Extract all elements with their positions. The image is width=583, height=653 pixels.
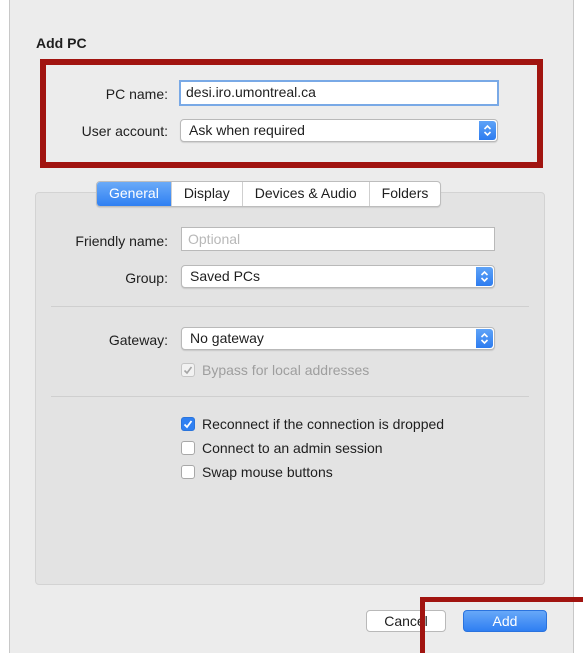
admin-session-label: Connect to an admin session xyxy=(202,440,383,456)
up-down-chevrons-icon xyxy=(476,267,493,286)
tab-general[interactable]: General xyxy=(97,182,172,206)
gateway-select[interactable]: No gateway xyxy=(181,327,495,350)
checkmark-icon xyxy=(183,366,193,375)
group-label: Group: xyxy=(125,270,168,286)
swap-mouse-checkbox[interactable] xyxy=(181,465,195,479)
gateway-label: Gateway: xyxy=(108,332,168,348)
admin-session-checkbox[interactable] xyxy=(181,441,195,455)
gateway-value: No gateway xyxy=(190,330,264,346)
bypass-local-checkbox-row[interactable]: Bypass for local addresses xyxy=(181,362,369,378)
group-select[interactable]: Saved PCs xyxy=(181,265,495,288)
annotation-highlight-box xyxy=(420,597,583,653)
reconnect-label: Reconnect if the connection is dropped xyxy=(202,416,445,432)
admin-session-checkbox-row[interactable]: Connect to an admin session xyxy=(181,440,383,456)
tab-devices-audio[interactable]: Devices & Audio xyxy=(243,182,370,206)
section-divider xyxy=(51,306,529,307)
swap-mouse-label: Swap mouse buttons xyxy=(202,464,333,480)
group-value: Saved PCs xyxy=(190,268,261,284)
reconnect-checkbox[interactable] xyxy=(181,417,195,431)
bypass-local-checkbox[interactable] xyxy=(181,363,195,377)
bypass-local-label: Bypass for local addresses xyxy=(202,362,370,378)
swap-mouse-checkbox-row[interactable]: Swap mouse buttons xyxy=(181,464,333,480)
friendly-name-label: Friendly name: xyxy=(75,233,168,249)
section-divider xyxy=(51,396,529,397)
tab-folders[interactable]: Folders xyxy=(370,182,441,206)
dialog-title: Add PC xyxy=(36,35,87,51)
reconnect-checkbox-row[interactable]: Reconnect if the connection is dropped xyxy=(181,416,444,432)
checkmark-icon xyxy=(183,420,193,429)
friendly-name-field[interactable]: Optional xyxy=(181,227,495,251)
up-down-chevrons-icon xyxy=(476,329,493,348)
tab-display[interactable]: Display xyxy=(172,182,243,206)
tab-bar: General Display Devices & Audio Folders xyxy=(96,181,442,207)
annotation-highlight-box xyxy=(40,59,543,168)
